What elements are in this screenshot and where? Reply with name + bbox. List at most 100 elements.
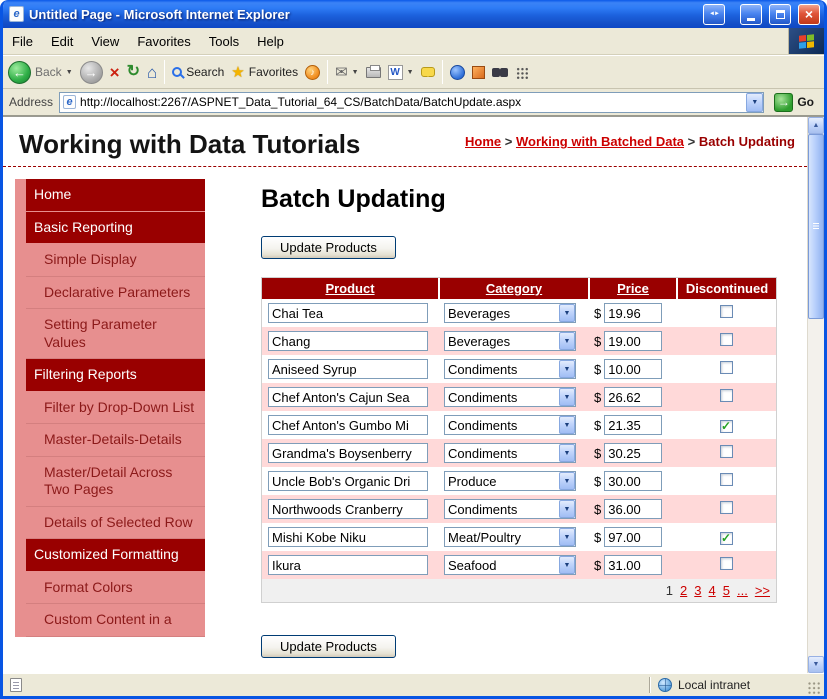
- category-select[interactable]: Seafood ▼: [444, 555, 576, 575]
- menu-item[interactable]: Help: [248, 28, 293, 54]
- close-button[interactable]: ×: [798, 3, 820, 25]
- tiles-button[interactable]: [514, 65, 528, 79]
- breadcrumb-link-section[interactable]: Working with Batched Data: [516, 134, 684, 149]
- media-button[interactable]: ♪: [305, 64, 321, 80]
- product-name-input[interactable]: [268, 443, 428, 463]
- product-name-input[interactable]: [268, 387, 428, 407]
- address-input[interactable]: e http://localhost:2267/ASPNET_Data_Tuto…: [59, 91, 765, 113]
- sidebar-item[interactable]: Custom Content in a: [26, 604, 205, 637]
- category-select[interactable]: Beverages ▼: [444, 303, 576, 323]
- discontinued-checkbox[interactable]: ✓: [719, 445, 733, 458]
- product-name-input[interactable]: [268, 499, 428, 519]
- discuss-button[interactable]: [420, 67, 435, 77]
- category-select[interactable]: Condiments ▼: [444, 415, 576, 435]
- scrollbar-thumb[interactable]: [808, 134, 824, 319]
- pager-page-link[interactable]: 5: [723, 583, 730, 598]
- pager-page-link[interactable]: 2: [680, 583, 687, 598]
- resize-grip[interactable]: [807, 681, 821, 695]
- discontinued-checkbox[interactable]: ✓: [719, 419, 733, 433]
- window-extra-button[interactable]: ◄►: [703, 3, 725, 25]
- discontinued-checkbox[interactable]: ✓: [719, 501, 733, 514]
- sidebar-item[interactable]: Format Colors: [26, 571, 205, 604]
- menu-item[interactable]: File: [3, 28, 42, 54]
- back-dropdown-icon[interactable]: ▼: [66, 69, 73, 76]
- price-input[interactable]: [604, 527, 663, 547]
- breadcrumb-link-home[interactable]: Home: [465, 134, 501, 149]
- discontinued-checkbox[interactable]: ✓: [719, 305, 733, 318]
- product-name-input[interactable]: [268, 331, 428, 351]
- category-select[interactable]: Condiments ▼: [444, 387, 576, 407]
- discontinued-checkbox[interactable]: ✓: [719, 333, 733, 346]
- pager-page-link[interactable]: 4: [709, 583, 716, 598]
- discontinued-checkbox[interactable]: ✓: [719, 473, 733, 486]
- menu-item[interactable]: Edit: [42, 28, 82, 54]
- edit-button[interactable]: W ▼: [387, 64, 414, 80]
- stop-button[interactable]: ×: [110, 64, 120, 81]
- print-button[interactable]: [365, 64, 381, 78]
- sidebar-item[interactable]: Filter by Drop-Down List: [26, 391, 205, 424]
- go-button[interactable]: → Go: [770, 92, 818, 112]
- price-input[interactable]: [604, 331, 663, 351]
- discontinued-checkbox[interactable]: ✓: [719, 389, 733, 402]
- search-button[interactable]: Search: [172, 65, 224, 79]
- mail-button[interactable]: ✉ ▼: [335, 65, 359, 80]
- sort-product-link[interactable]: Product: [325, 281, 374, 296]
- product-name-input[interactable]: [268, 527, 428, 547]
- category-select[interactable]: Condiments ▼: [444, 499, 576, 519]
- price-input[interactable]: [604, 415, 663, 435]
- update-products-button-bottom[interactable]: Update Products: [261, 635, 396, 658]
- sidebar-item[interactable]: Master-Details-Details: [26, 424, 205, 457]
- price-input[interactable]: [604, 387, 663, 407]
- pager-next-link[interactable]: >>: [755, 583, 770, 598]
- scroll-down-button[interactable]: ▼: [808, 656, 824, 673]
- vertical-scrollbar[interactable]: ▲ ▼: [807, 117, 824, 673]
- sidebar-item[interactable]: Simple Display: [26, 244, 205, 277]
- price-input[interactable]: [604, 359, 663, 379]
- price-input[interactable]: [604, 443, 663, 463]
- pager-page-link[interactable]: 3: [694, 583, 701, 598]
- discontinued-checkbox[interactable]: ✓: [719, 531, 733, 545]
- category-select[interactable]: Condiments ▼: [444, 443, 576, 463]
- sidebar-item[interactable]: Home: [26, 179, 205, 212]
- binoculars-button[interactable]: [491, 67, 508, 77]
- menu-item[interactable]: Tools: [200, 28, 248, 54]
- sidebar-item[interactable]: Customized Formatting: [26, 539, 205, 572]
- forward-button[interactable]: →: [79, 60, 103, 84]
- product-name-input[interactable]: [268, 471, 428, 491]
- address-dropdown-button[interactable]: ▼: [746, 92, 764, 112]
- research-button[interactable]: [471, 65, 485, 79]
- category-select[interactable]: Condiments ▼: [444, 359, 576, 379]
- minimize-button[interactable]: [740, 3, 762, 25]
- sidebar-item[interactable]: Master/Detail Across Two Pages: [26, 456, 205, 507]
- sidebar-item[interactable]: Declarative Parameters: [26, 276, 205, 309]
- sort-category-link[interactable]: Category: [486, 281, 542, 296]
- product-name-input[interactable]: [268, 359, 428, 379]
- pager-page-link[interactable]: ...: [737, 583, 748, 598]
- category-select[interactable]: Meat/Poultry ▼: [444, 527, 576, 547]
- menu-item[interactable]: Favorites: [128, 28, 199, 54]
- refresh-button[interactable]: ↻: [127, 64, 140, 80]
- sidebar-item[interactable]: Filtering Reports: [26, 359, 205, 392]
- product-name-input[interactable]: [268, 555, 428, 575]
- category-select[interactable]: Produce ▼: [444, 471, 576, 491]
- favorites-button[interactable]: ★ Favorites: [231, 65, 298, 80]
- home-button[interactable]: ⌂: [147, 64, 157, 81]
- menu-item[interactable]: View: [82, 28, 128, 54]
- product-name-input[interactable]: [268, 415, 428, 435]
- messenger-button[interactable]: [449, 64, 465, 80]
- discontinued-checkbox[interactable]: ✓: [719, 557, 733, 570]
- scroll-up-button[interactable]: ▲: [808, 117, 824, 134]
- sidebar-item[interactable]: Setting Parameter Values: [26, 309, 205, 359]
- price-input[interactable]: [604, 555, 663, 575]
- maximize-button[interactable]: [769, 3, 791, 25]
- price-input[interactable]: [604, 303, 663, 323]
- address-url[interactable]: http://localhost:2267/ASPNET_Data_Tutori…: [76, 95, 746, 109]
- back-button[interactable]: ← Back ▼: [8, 60, 73, 84]
- sidebar-item[interactable]: Basic Reporting: [26, 211, 205, 244]
- scrollbar-track[interactable]: [808, 319, 824, 656]
- update-products-button-top[interactable]: Update Products: [261, 236, 396, 259]
- discontinued-checkbox[interactable]: ✓: [719, 361, 733, 374]
- price-input[interactable]: [604, 499, 663, 519]
- sidebar-item[interactable]: Details of Selected Row: [26, 506, 205, 539]
- product-name-input[interactable]: [268, 303, 428, 323]
